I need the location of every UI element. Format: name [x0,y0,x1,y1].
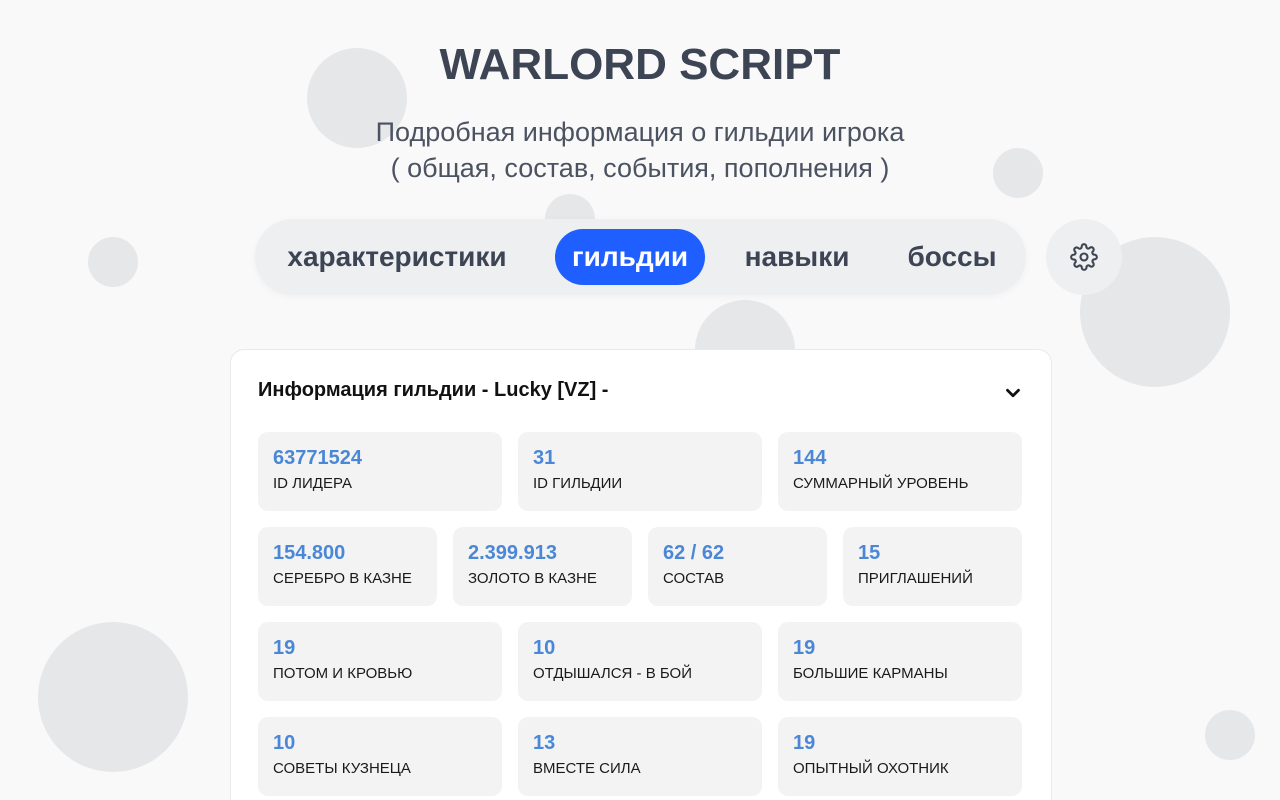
stat-skill-sweat-blood: 19 ПОТОМ И КРОВЬЮ [258,622,502,701]
tab-guilds[interactable]: гильдии [555,229,705,285]
stat-treasury-gold: 2.399.913 ЗОЛОТО В КАЗНЕ [453,527,632,606]
stat-guild-id: 31 ID ГИЛЬДИИ [518,432,762,511]
bg-bubble [1205,710,1255,760]
guild-info-header: Информация гильдии - Lucky [VZ] - [258,379,609,401]
settings-button[interactable] [1046,219,1122,295]
stat-label: БОЛЬШИЕ КАРМАНЫ [793,665,948,682]
stat-label: ОПЫТНЫЙ ОХОТНИК [793,760,949,777]
stat-label: СЕРЕБРО В КАЗНЕ [273,570,412,587]
subtitle-line-2: ( общая, состав, события, пополнения ) [390,153,890,183]
stat-skill-experienced-hunter: 19 ОПЫТНЫЙ ОХОТНИК [778,717,1022,796]
bg-bubble [88,237,138,287]
stat-total-level: 144 СУММАРНЫЙ УРОВЕНЬ [778,432,1022,511]
bg-bubble [38,622,188,772]
stat-label: СУММАРНЫЙ УРОВЕНЬ [793,475,969,492]
stat-skill-big-pockets: 19 БОЛЬШИЕ КАРМАНЫ [778,622,1022,701]
tab-bosses[interactable]: боссы [891,229,1013,285]
guild-info-card: Информация гильдии - Lucky [VZ] - 637715… [230,349,1052,800]
gear-icon [1070,243,1098,271]
stat-value: 19 [793,732,816,754]
stat-label: ЗОЛОТО В КАЗНЕ [468,570,597,587]
stat-label: ПРИГЛАШЕНИЙ [858,570,973,587]
stat-skill-blacksmith-advice: 10 СОВЕТЫ КУЗНЕЦА [258,717,502,796]
stat-value: 19 [273,637,296,659]
stat-value: 154.800 [273,542,346,564]
tab-characteristics[interactable]: характеристики [269,229,525,285]
stat-label: ID ГИЛЬДИИ [533,475,623,492]
stat-skill-rested-to-battle: 10 ОТДЫШАЛСЯ - В БОЙ [518,622,762,701]
subtitle-line-1: Подробная информация о гильдии игрока [375,117,905,147]
stat-label: ВМЕСТЕ СИЛА [533,760,641,777]
stat-label: ID ЛИДЕРА [273,475,352,492]
tab-bar: характеристики гильдии навыки боссы [255,219,1026,295]
stat-value: 63771524 [273,447,362,469]
stat-value: 15 [858,542,881,564]
stat-value: 144 [793,447,827,469]
stat-value: 10 [533,637,556,659]
stat-value: 31 [533,447,556,469]
stat-value: 62 / 62 [663,542,725,564]
stat-value: 13 [533,732,556,754]
chevron-down-icon[interactable] [1002,382,1024,404]
stat-label: ОТДЫШАЛСЯ - В БОЙ [533,665,692,682]
stat-value: 2.399.913 [468,542,557,564]
tab-skills[interactable]: навыки [731,229,863,285]
stat-skill-together-strength: 13 ВМЕСТЕ СИЛА [518,717,762,796]
app-subtitle: Подробная информация о гильдии игрока ( … [0,114,1280,186]
stat-leader-id: 63771524 ID ЛИДЕРА [258,432,502,511]
page: WARLORD SCRIPT Подробная информация о ги… [0,0,1280,800]
app-title: WARLORD SCRIPT [439,40,841,89]
stat-label: СОВЕТЫ КУЗНЕЦА [273,760,411,777]
stat-members: 62 / 62 СОСТАВ [648,527,827,606]
stat-treasury-silver: 154.800 СЕРЕБРО В КАЗНЕ [258,527,437,606]
stat-label: СОСТАВ [663,570,725,587]
stat-value: 10 [273,732,296,754]
stat-invitations: 15 ПРИГЛАШЕНИЙ [843,527,1022,606]
stat-label: ПОТОМ И КРОВЬЮ [273,665,413,682]
stat-value: 19 [793,637,816,659]
